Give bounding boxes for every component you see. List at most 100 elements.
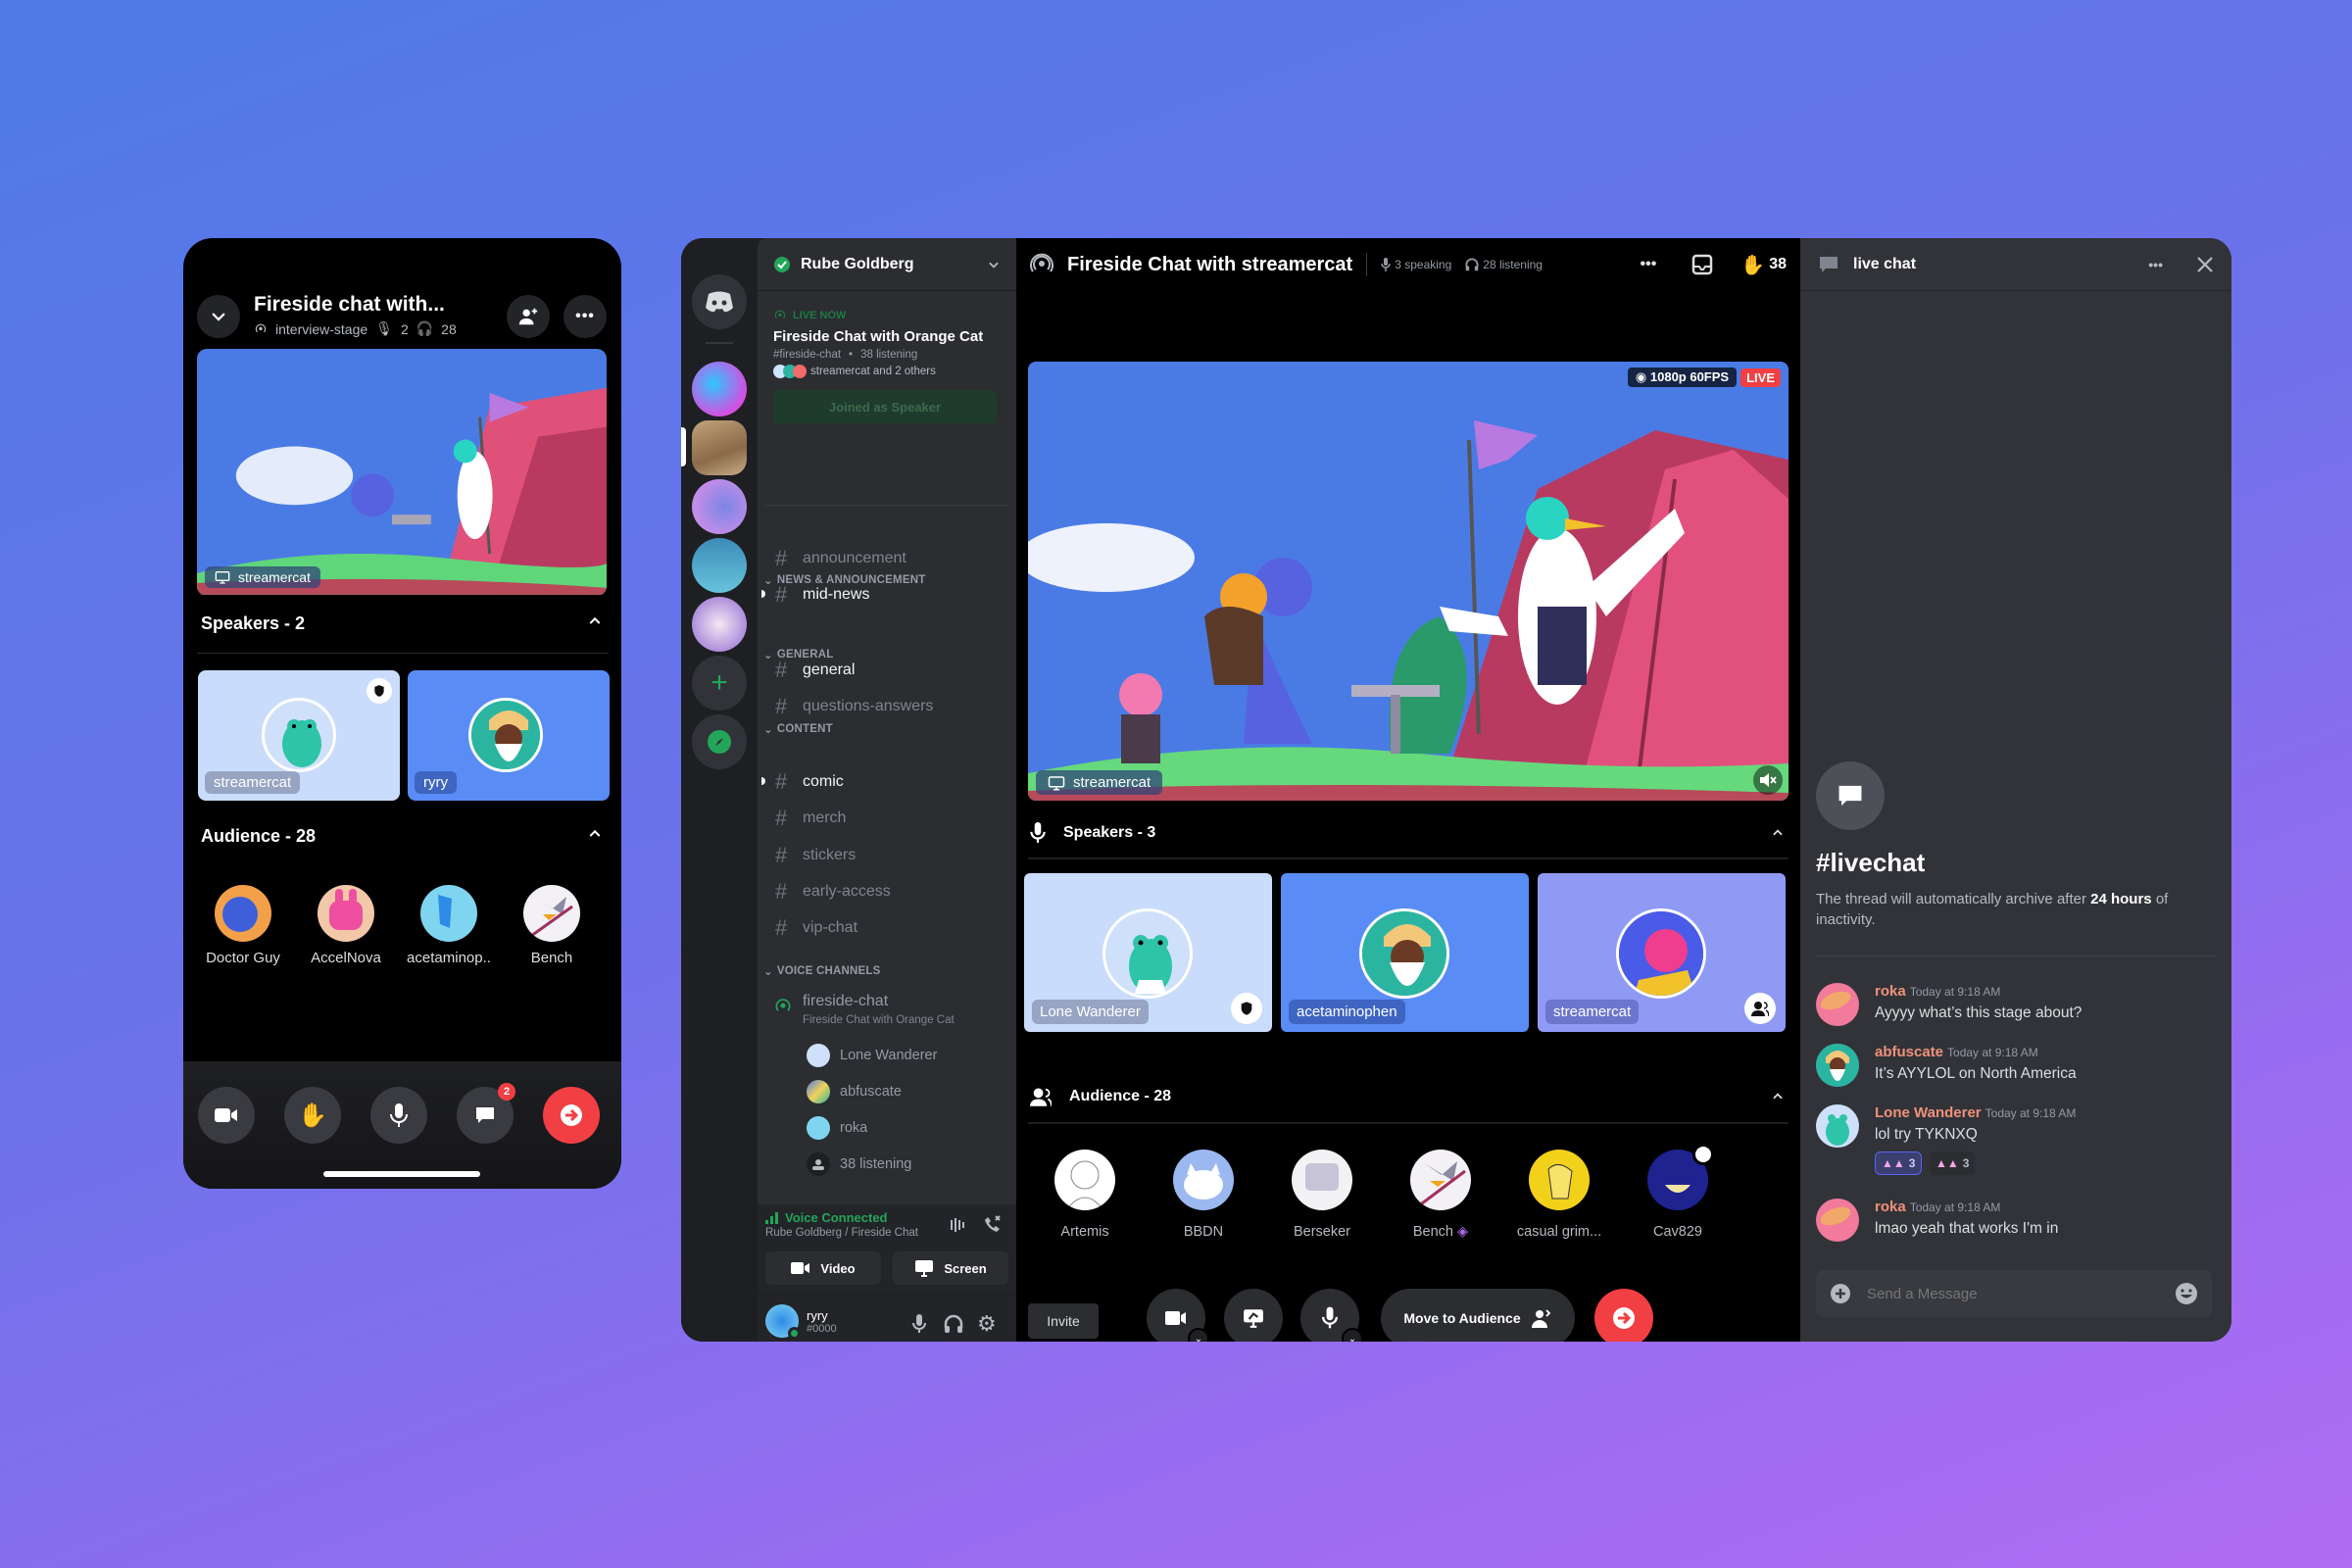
close-chat-button[interactable] (2196, 256, 2214, 273)
channel-comic[interactable]: # comic (761, 769, 844, 795)
screen-share-button[interactable] (1224, 1289, 1283, 1342)
audience-member[interactable]: Cav829 (1629, 1144, 1727, 1240)
audience-member[interactable]: BBDN (1154, 1150, 1252, 1240)
channel-mid-news[interactable]: # mid-news (761, 582, 869, 608)
raise-hand-button[interactable]: ✋ (284, 1087, 341, 1144)
add-attachment-button[interactable] (1830, 1283, 1851, 1304)
message-input[interactable] (1867, 1285, 2159, 1302)
selected-server-indicator (681, 427, 686, 466)
audience-member[interactable]: Doctor Guy (199, 885, 287, 966)
threads-button[interactable] (1691, 254, 1713, 275)
voice-listeners[interactable]: 38 listening (807, 1152, 911, 1176)
live-stage-card[interactable]: LIVE NOW Fireside Chat with Orange Cat #… (773, 309, 1008, 423)
microphone-button[interactable]: ⌄ (1300, 1289, 1363, 1342)
leave-stage-button[interactable] (1594, 1289, 1653, 1342)
avatar (1359, 908, 1449, 999)
server-header[interactable]: Rube Goldberg (758, 238, 1016, 291)
speaker-tile[interactable]: streamercat (1538, 873, 1786, 1032)
reaction-button[interactable]: ▲▲ 3 (1930, 1152, 1976, 1175)
leave-stage-button[interactable] (543, 1087, 600, 1144)
voice-user[interactable]: abfuscate (807, 1080, 902, 1103)
camera-button[interactable]: ⌄ (1147, 1289, 1209, 1342)
server-icon[interactable] (692, 597, 747, 652)
participant-avatars (773, 365, 807, 378)
user-settings-button[interactable]: ⚙ (977, 1313, 997, 1336)
speaker-tile[interactable]: streamercat (198, 670, 400, 801)
more-icon: ••• (575, 308, 595, 324)
disconnect-icon[interactable] (981, 1214, 1003, 1236)
speaker-tile[interactable]: acetaminophen (1281, 873, 1529, 1032)
audience-member[interactable]: Artemis (1036, 1150, 1134, 1240)
reaction-button[interactable]: ▲▲ 3 (1875, 1152, 1923, 1175)
audience-section-header[interactable]: Audience - 28 (201, 826, 603, 847)
mic-options-chevron[interactable]: ⌄ (1342, 1328, 1363, 1342)
avatar (807, 1044, 830, 1067)
stream-mute-button[interactable] (1753, 765, 1783, 795)
video-button[interactable] (198, 1087, 255, 1144)
server-icon[interactable] (692, 479, 747, 534)
more-options-button[interactable]: ••• (1640, 256, 1656, 273)
joined-as-speaker-button[interactable]: Joined as Speaker (773, 390, 997, 423)
speaker-tile[interactable]: Lone Wanderer (1024, 873, 1272, 1032)
raise-hand-icon: ✋ (1740, 254, 1766, 276)
chat-title: live chat (1853, 255, 1917, 272)
emoji-button[interactable] (2175, 1282, 2198, 1305)
audience-badge (1744, 993, 1776, 1024)
stream-preview[interactable]: streamercat (197, 349, 607, 596)
chat-icon (474, 1105, 496, 1125)
text-channel-icon: # (775, 694, 788, 719)
audience-section-header[interactable]: Audience - 28 (1030, 1087, 1785, 1106)
audience-member[interactable]: casual grim... (1510, 1150, 1608, 1240)
video-button[interactable]: Video (765, 1251, 881, 1285)
chat-icon (1818, 255, 1839, 274)
text-channel-icon: # (775, 915, 788, 941)
invite-user-button[interactable] (507, 295, 550, 338)
collapse-button[interactable] (197, 295, 240, 338)
speakers-section-header[interactable]: Speakers - 3 (1030, 822, 1785, 844)
explore-servers-button[interactable] (692, 714, 747, 769)
more-icon: ••• (1640, 256, 1657, 272)
audience-member[interactable]: Bench (508, 885, 596, 966)
chevron-down-icon (210, 308, 227, 325)
channel-vip-chat[interactable]: # vip-chat (775, 915, 858, 941)
avatar (1616, 908, 1706, 999)
audience-member[interactable]: Bench ◈ (1392, 1150, 1490, 1240)
deafen-button[interactable] (944, 1314, 963, 1334)
stage-icon (1030, 253, 1054, 276)
server-icon[interactable] (692, 362, 747, 416)
invite-button[interactable]: Invite (1028, 1303, 1099, 1339)
audience-member[interactable]: acetaminop.. (405, 885, 493, 966)
avatar (1292, 1150, 1352, 1210)
stream-video[interactable]: ◉ 1080p 60FPS LIVE streamercat (1028, 362, 1788, 801)
audience-member[interactable]: AccelNova (302, 885, 390, 966)
channel-stickers[interactable]: # stickers (775, 843, 856, 868)
channel-general[interactable]: # general (775, 658, 855, 683)
speaker-tile[interactable]: ryry (408, 670, 610, 801)
user-panel[interactable]: ryry #0000 (765, 1304, 837, 1340)
mute-mic-button[interactable] (912, 1314, 926, 1334)
move-to-audience-button[interactable]: Move to Audience (1381, 1289, 1575, 1342)
chat-button[interactable]: 2 (457, 1083, 515, 1144)
server-icon-selected[interactable] (692, 420, 747, 475)
noise-suppression-icon[interactable] (950, 1216, 967, 1234)
home-button[interactable] (692, 274, 747, 329)
audience-member[interactable]: Berseker (1273, 1150, 1371, 1240)
voice-user[interactable]: roka (807, 1116, 867, 1140)
category-header[interactable]: ⌄ CONTENT (763, 722, 833, 736)
server-icon[interactable] (692, 538, 747, 593)
camera-options-chevron[interactable]: ⌄ (1188, 1328, 1209, 1342)
chat-more-button[interactable]: ••• (2148, 257, 2163, 272)
raised-hands-button[interactable]: ✋ 38 (1740, 253, 1787, 277)
channel-announcement[interactable]: # announcement (775, 546, 906, 571)
more-options-button[interactable]: ••• (564, 295, 607, 338)
category-voice-channels[interactable]: ⌄ VOICE CHANNELS (763, 964, 881, 978)
channel-questions-answers[interactable]: # questions-answers (775, 694, 933, 719)
voice-user[interactable]: Lone Wanderer (807, 1044, 937, 1067)
channel-merch[interactable]: # merch (775, 806, 846, 831)
add-server-button[interactable]: + (692, 656, 747, 710)
channel-early-access[interactable]: # early-access (775, 879, 891, 905)
text-channel-icon: # (775, 582, 788, 608)
mic-button[interactable] (370, 1087, 427, 1144)
screen-share-button[interactable]: Screen (893, 1251, 1008, 1285)
speakers-section-header[interactable]: Speakers - 2 (201, 613, 603, 634)
